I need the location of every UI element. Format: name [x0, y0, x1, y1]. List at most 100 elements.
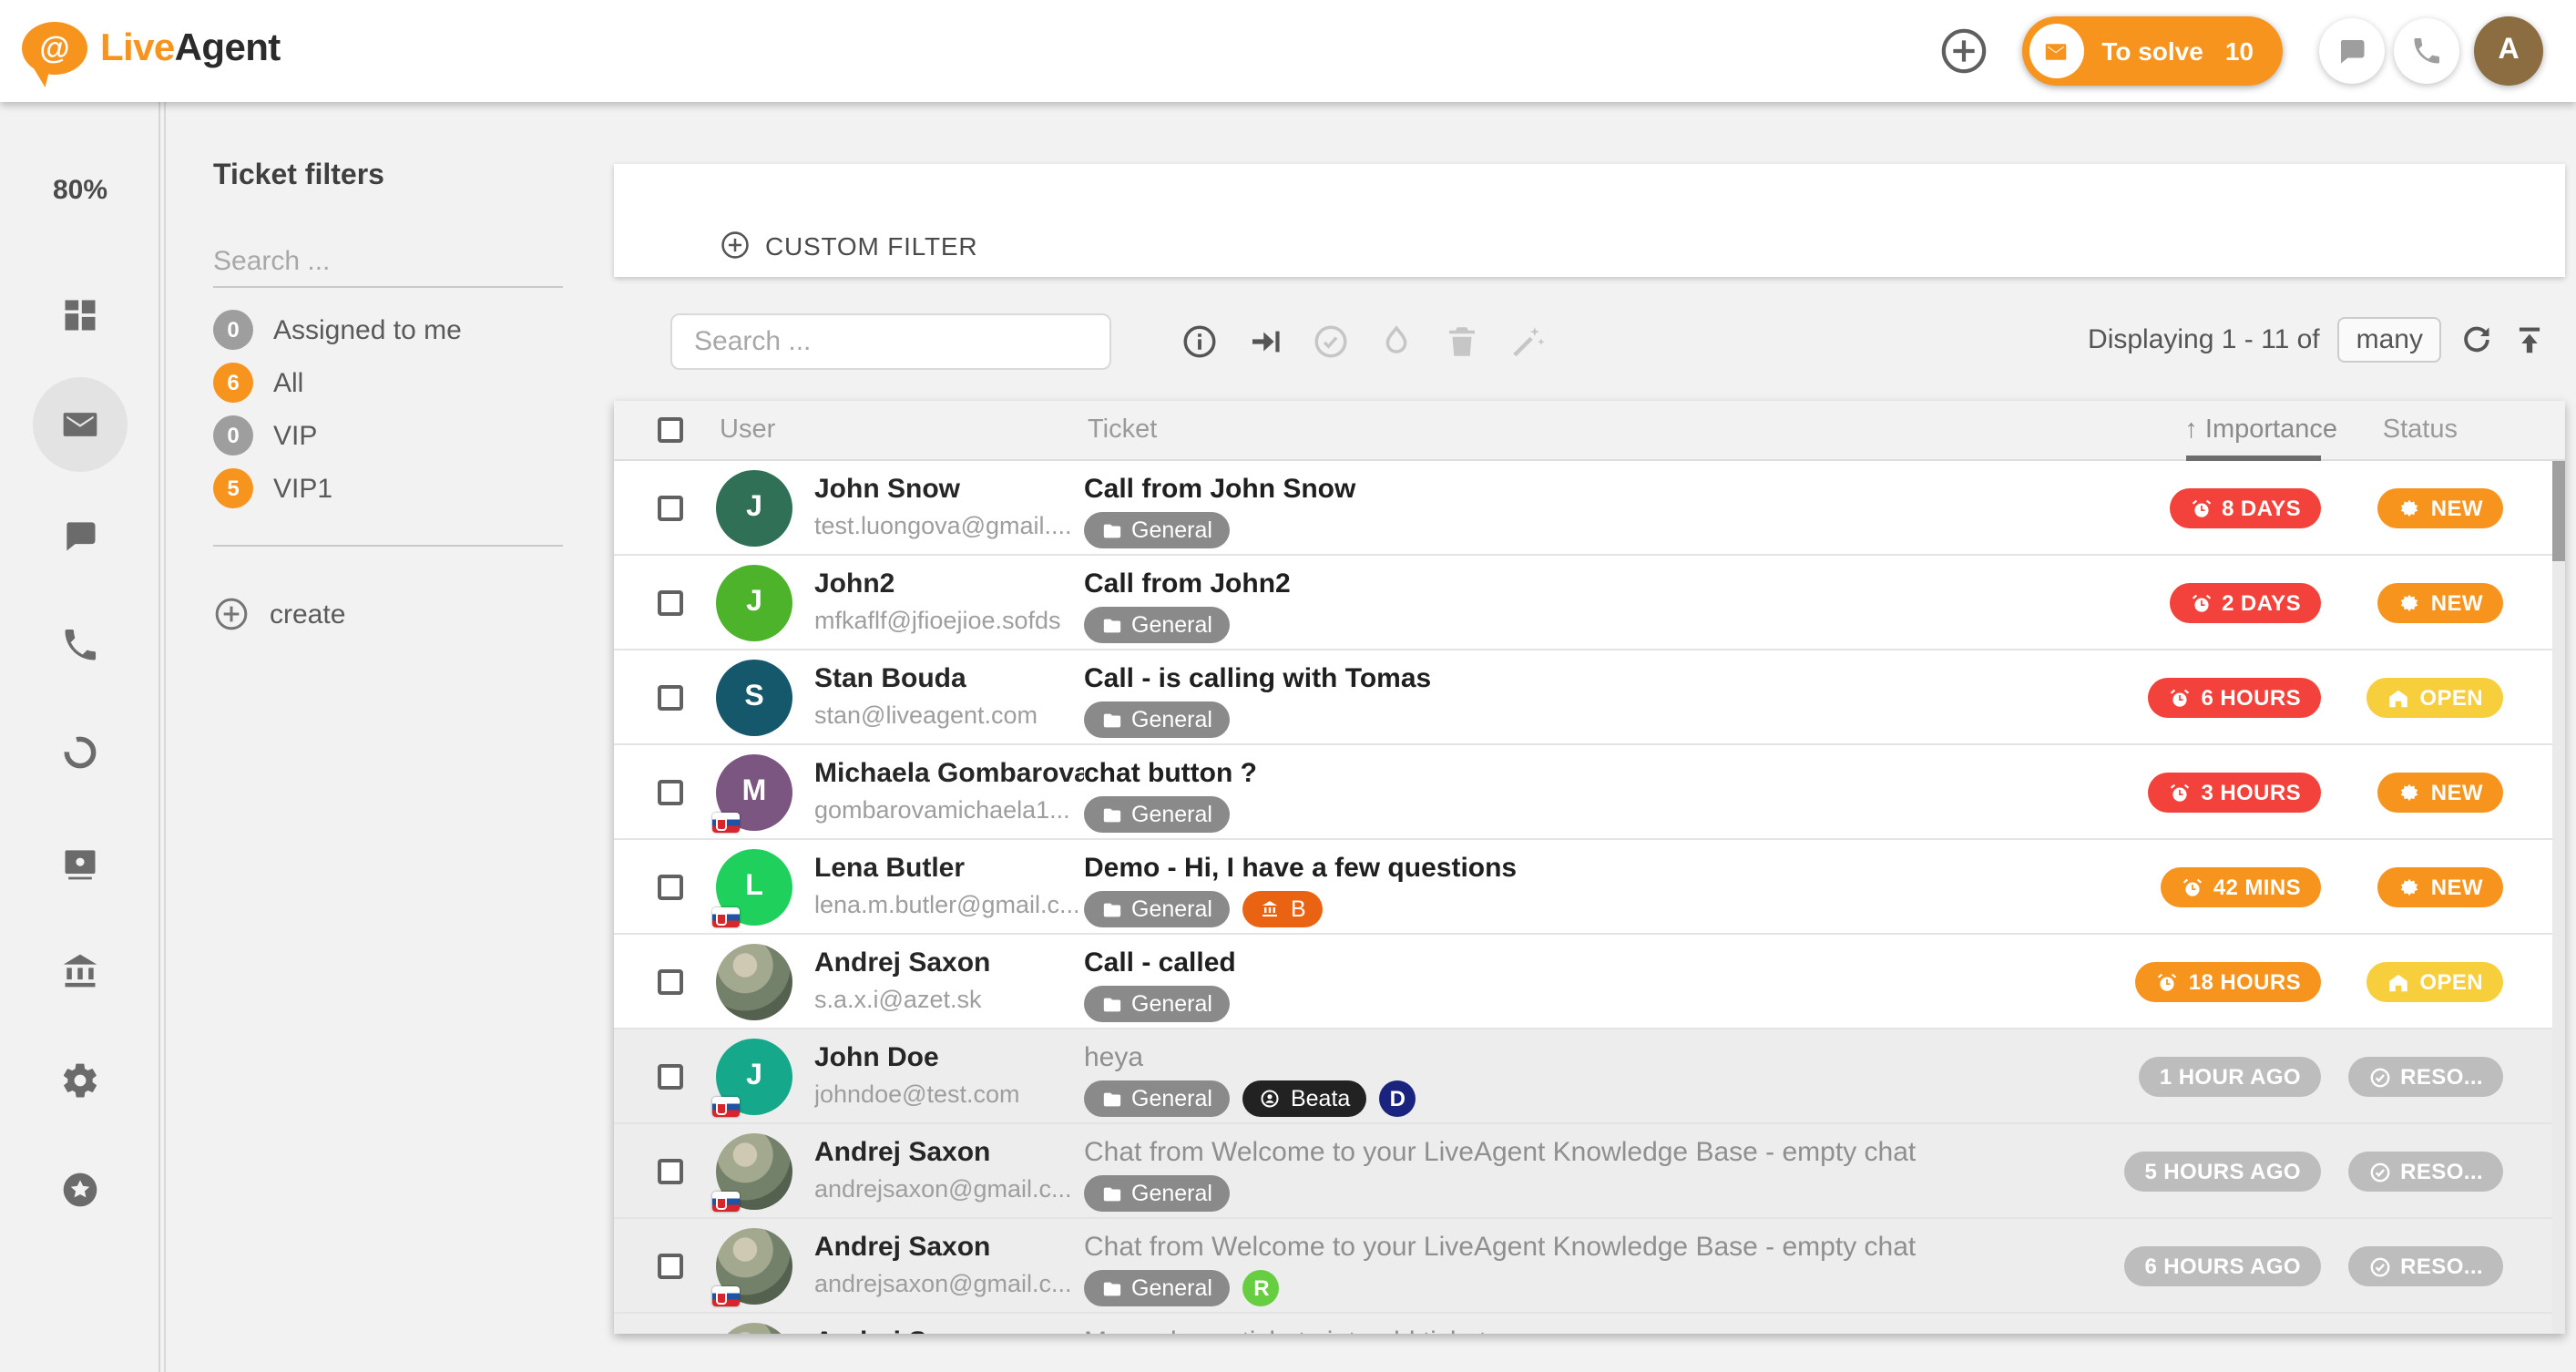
avatar-initial: J [746, 587, 762, 618]
row-checkbox[interactable] [658, 1064, 683, 1090]
ticket-subject: Call from John2 [1084, 568, 1291, 599]
sidebar-item-chats[interactable] [44, 499, 117, 572]
header-importance-sort[interactable]: ↑ Importance [2184, 415, 2337, 445]
sidebar-item-company[interactable] [44, 935, 117, 1008]
add-new-button[interactable] [1937, 26, 1988, 77]
row-checkbox[interactable] [658, 875, 683, 900]
filter-item-assigned-to-me[interactable]: 0 Assigned to me [213, 306, 614, 353]
table-row[interactable]: J John Snow test.luongova@gmail.... Call… [614, 461, 2565, 556]
ticket-search-input[interactable] [670, 313, 1111, 370]
status-badge: RESO... [2347, 1057, 2503, 1097]
table-row[interactable]: M Michaela Gombarova gombarovamichaela1.… [614, 745, 2565, 840]
avatar-initial: J [746, 1060, 762, 1091]
resolve-button[interactable] [1312, 323, 1350, 361]
ticket-subject: Call - is calling with Tomas [1084, 663, 1432, 694]
table-row[interactable]: Andrej Saxon Merged new tickets into old… [614, 1314, 2565, 1334]
calls-button[interactable] [2394, 18, 2459, 84]
department-badge: General [1084, 986, 1231, 1022]
sidebar-item-dashboard[interactable] [44, 279, 117, 352]
chats-button[interactable] [2319, 18, 2385, 84]
contact-card-icon [65, 850, 96, 880]
sidebar-item-gamification[interactable] [44, 1153, 117, 1226]
header-status[interactable]: Status [2383, 415, 2458, 445]
ticket-badges: General [1084, 512, 2019, 548]
department-badge-label: General [1131, 612, 1212, 638]
initial-circle-badge: D [1379, 1080, 1416, 1117]
filters-search-input[interactable] [213, 237, 563, 288]
row-checkbox[interactable] [658, 1159, 683, 1184]
avatar: J [716, 470, 792, 547]
table-row[interactable]: J John2 mfkaflf@jfioejioe.sofds Call fro… [614, 556, 2565, 650]
scroll-top-icon[interactable] [2512, 322, 2547, 356]
status-label: NEW [2430, 875, 2483, 900]
table-row[interactable]: Andrej Saxon s.a.x.i@azet.sk Call - call… [614, 935, 2565, 1029]
filter-item-all[interactable]: 6 All [213, 359, 614, 406]
table-row[interactable]: J John Doe johndoe@test.com heya General… [614, 1029, 2565, 1124]
select-all-checkbox[interactable] [658, 417, 683, 443]
filter-item-vip1[interactable]: 5 VIP1 [213, 465, 614, 512]
spam-button[interactable] [1377, 323, 1416, 361]
agent-avatar[interactable]: A [2474, 16, 2543, 86]
status-badge: NEW [2377, 867, 2503, 907]
row-checkbox[interactable] [658, 590, 683, 616]
clock-icon [2158, 972, 2177, 990]
forward-button[interactable] [1246, 323, 1284, 361]
department-badge: General [1084, 796, 1231, 833]
to-solve-button[interactable]: To solve 10 [2021, 16, 2283, 86]
sidebar-item-customers[interactable] [44, 827, 117, 900]
user-name: John Snow [814, 474, 960, 505]
row-checkbox[interactable] [658, 969, 683, 995]
avatar [716, 944, 792, 1020]
department-badge-label: General [1131, 991, 1212, 1017]
importance-badge: 42 MINS [2160, 867, 2321, 907]
user-email: s.a.x.i@azet.sk [814, 986, 982, 1013]
slovakia-flag-icon [712, 1286, 740, 1306]
row-checkbox[interactable] [658, 1254, 683, 1279]
table-scrollbar[interactable] [2552, 461, 2565, 1334]
status-label: NEW [2430, 590, 2483, 616]
table-row[interactable]: L Lena Butler lena.m.butler@gmail.c... D… [614, 840, 2565, 935]
filter-count-badge: 0 [213, 415, 253, 456]
user-cell: Andrej Saxon [814, 1326, 1084, 1334]
importance-badge: 18 HOURS [2135, 962, 2321, 1002]
importance-badge: 2 DAYS [2169, 583, 2321, 623]
liveagent-logo[interactable]: @ LiveAgent [22, 22, 281, 75]
table-row[interactable]: S Stan Bouda stan@liveagent.com Call - i… [614, 650, 2565, 745]
department-badge: General [1084, 701, 1231, 738]
user-name: Andrej Saxon [814, 947, 991, 978]
info-button[interactable] [1181, 323, 1219, 361]
folder-icon [1103, 1281, 1121, 1295]
user-email: mfkaflf@jfioejioe.sofds [814, 607, 1061, 634]
status-icon-new [2401, 783, 2419, 801]
table-row[interactable]: Andrej Saxon andrejsaxon@gmail.c... Chat… [614, 1124, 2565, 1219]
row-checkbox[interactable] [658, 496, 683, 521]
refresh-icon[interactable] [2459, 322, 2494, 356]
sidebar-item-tickets[interactable] [33, 377, 128, 472]
sidebar-item-settings[interactable] [44, 1044, 117, 1117]
avatar: M [712, 754, 792, 833]
ticket-controls: Displaying 1 - 11 of many [614, 277, 2565, 401]
slovakia-flag-icon [712, 1192, 740, 1212]
create-filter-button[interactable]: create [213, 596, 614, 632]
user-email: gombarovamichaela1... [814, 796, 1070, 824]
filter-item-label: VIP [273, 420, 318, 451]
sidebar-item-social[interactable] [44, 716, 117, 789]
chat-bubble-icon [2340, 40, 2365, 64]
merge-button[interactable] [1508, 323, 1547, 361]
clock-icon [2171, 688, 2190, 706]
row-checkbox[interactable] [658, 685, 683, 711]
status-label: NEW [2430, 496, 2483, 521]
scrollbar-thumb[interactable] [2552, 461, 2565, 561]
department-badge: General [1084, 607, 1231, 643]
filter-item-vip[interactable]: 0 VIP [213, 412, 614, 459]
custom-filter-button[interactable]: CUSTOM FILTER [720, 230, 977, 261]
total-count-box[interactable]: many [2337, 316, 2441, 362]
delete-button[interactable] [1443, 323, 1481, 361]
custom-filter-band: CUSTOM FILTER [614, 164, 2565, 277]
row-checkbox[interactable] [658, 780, 683, 805]
status-badge: RESO... [2347, 1246, 2503, 1286]
importance-badge: 1 HOUR AGO [2139, 1057, 2321, 1097]
importance-badge: 6 HOURS AGO [2124, 1246, 2321, 1286]
table-row[interactable]: Andrej Saxon andrejsaxon@gmail.c... Chat… [614, 1219, 2565, 1314]
sidebar-item-calls[interactable] [44, 609, 117, 681]
